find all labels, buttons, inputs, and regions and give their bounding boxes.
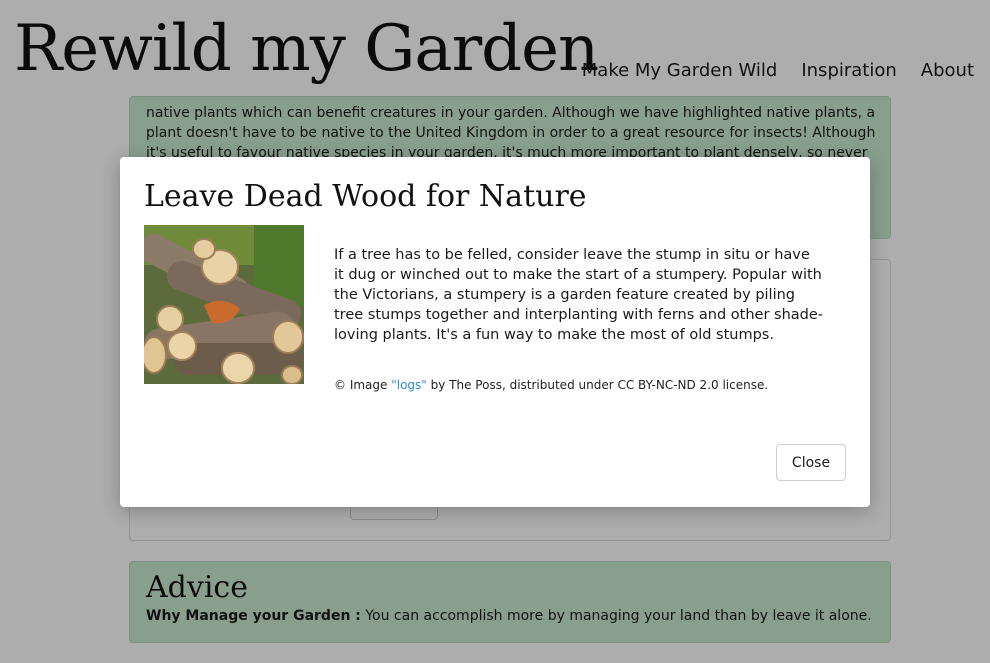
close-button[interactable]: Close: [776, 444, 846, 481]
image-credit-prefix: © Image: [334, 378, 392, 392]
logs-image: [144, 225, 304, 384]
tip-modal: Leave Dead Wood for Nature If a tree has…: [120, 157, 870, 507]
image-credit-link[interactable]: "logs": [391, 378, 427, 392]
modal-body-text: If a tree has to be felled, consider lea…: [334, 247, 824, 343]
image-credit: © Image "logs" by The Poss, distributed …: [334, 378, 834, 392]
modal-title: Leave Dead Wood for Nature: [144, 179, 587, 214]
image-credit-suffix: by The Poss, distributed under CC BY-NC-…: [426, 378, 769, 392]
